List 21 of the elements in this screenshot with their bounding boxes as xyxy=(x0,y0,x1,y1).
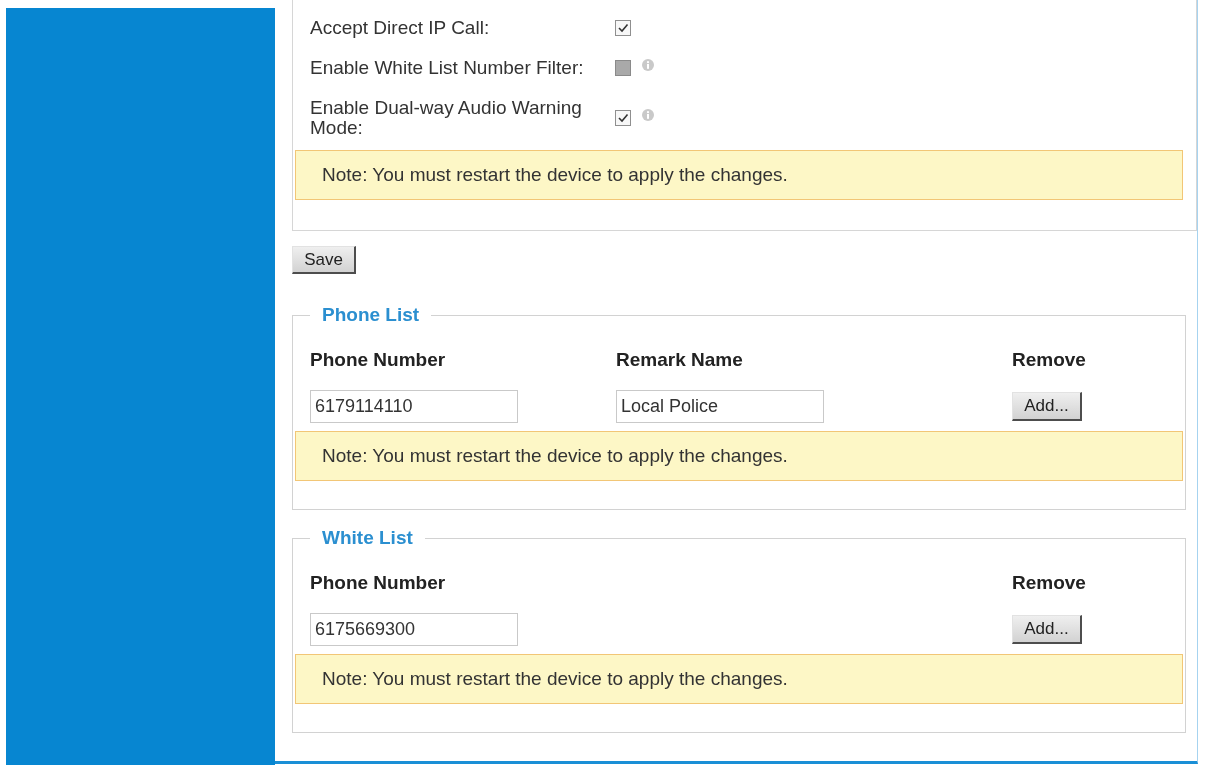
column-header: Remove xyxy=(1012,350,1087,370)
phone-number-field[interactable]: 6179114110 xyxy=(310,390,518,423)
column-header: Phone Number xyxy=(310,350,447,370)
note-banner: Note: You must restart the device to apply the changes. xyxy=(295,431,1183,481)
setting-label: Enable Dual-way Audio Warning Mode: xyxy=(310,98,583,138)
save-button[interactable]: Save xyxy=(292,246,356,274)
add-button[interactable]: Add... xyxy=(1012,392,1082,421)
column-header: Phone Number xyxy=(310,573,447,593)
remark-name-field[interactable]: Local Police xyxy=(616,390,824,423)
phone-number-field[interactable]: 6175669300 xyxy=(310,613,518,646)
checkbox[interactable] xyxy=(615,110,631,126)
note-banner: Note: You must restart the device to apply the changes. xyxy=(295,654,1183,704)
add-button[interactable]: Add... xyxy=(1012,615,1082,644)
column-header: Remove xyxy=(1012,573,1087,593)
column-header: Remark Name xyxy=(616,350,744,370)
section-title: Phone List xyxy=(321,305,421,325)
setting-label: Accept Direct IP Call: xyxy=(310,18,491,38)
section-title: White List xyxy=(321,528,414,548)
setting-label: Enable White List Number Filter: xyxy=(310,58,585,78)
note-banner: Note: You must restart the device to apply the changes. xyxy=(295,150,1183,200)
checkbox[interactable] xyxy=(615,20,631,36)
